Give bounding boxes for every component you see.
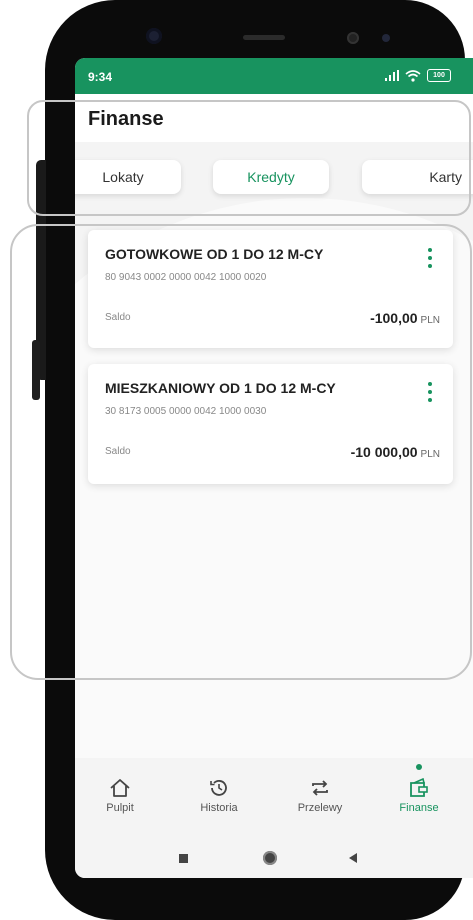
active-indicator xyxy=(416,764,422,770)
nav-przelewy[interactable]: Przelewy xyxy=(280,778,360,814)
system-navigation-bar xyxy=(75,838,473,878)
nav-label: Przelewy xyxy=(297,802,343,814)
recents-button[interactable] xyxy=(179,854,188,863)
front-camera-icon xyxy=(146,28,162,44)
earpiece-speaker xyxy=(243,35,285,40)
sensor-icon xyxy=(382,34,390,42)
highlight-tabs-area xyxy=(27,100,471,216)
nav-label: Pulpit xyxy=(106,802,134,814)
status-icons: 100 xyxy=(385,69,451,82)
wifi-icon xyxy=(405,69,421,82)
history-icon xyxy=(210,780,227,796)
transfer-icon xyxy=(312,780,328,796)
home-icon xyxy=(110,779,130,797)
back-button[interactable] xyxy=(349,853,357,863)
signal-icon xyxy=(385,70,399,81)
nav-finanse[interactable]: Finanse xyxy=(379,778,459,814)
highlight-cards-area xyxy=(10,224,472,680)
sensor-icon xyxy=(347,32,359,44)
nav-label: Finanse xyxy=(399,802,439,814)
phone-top-bezel xyxy=(75,0,473,58)
wallet-icon xyxy=(410,778,428,797)
nav-label: Historia xyxy=(200,802,238,814)
nav-historia[interactable]: Historia xyxy=(179,778,259,814)
battery-icon: 100 xyxy=(427,69,451,82)
home-button[interactable] xyxy=(263,851,277,865)
bottom-navigation: Pulpit Historia Przelewy Finanse xyxy=(75,758,473,838)
status-time: 9:34 xyxy=(88,70,113,84)
nav-pulpit[interactable]: Pulpit xyxy=(80,778,160,814)
status-bar: 9:34 100 xyxy=(75,58,473,94)
